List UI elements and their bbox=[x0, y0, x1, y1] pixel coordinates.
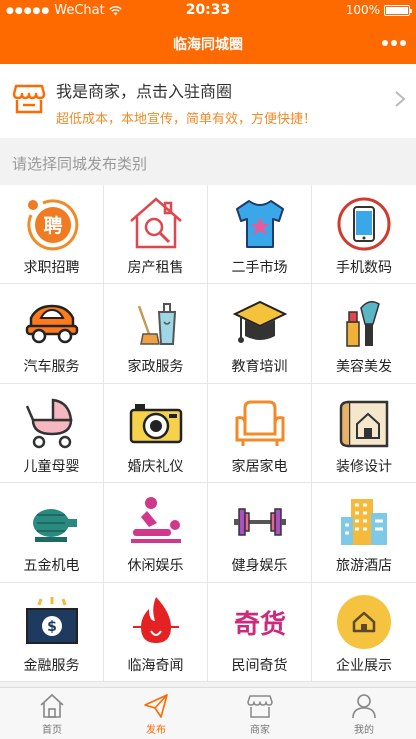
category-label: 金融服务 bbox=[23, 657, 80, 674]
category-label: 求职招聘 bbox=[23, 260, 80, 276]
category-beauty[interactable]: 美容美发 bbox=[312, 284, 416, 384]
graduation-cap-icon bbox=[232, 301, 287, 344]
more-menu-button[interactable] bbox=[382, 40, 406, 46]
dumbbell-icon bbox=[233, 508, 286, 536]
svg-text:$: $ bbox=[47, 619, 57, 635]
tab-label: 商家 bbox=[250, 725, 270, 736]
shop-icon bbox=[247, 695, 273, 718]
category-label: 装修设计 bbox=[336, 458, 392, 475]
category-wedding[interactable]: 婚庆礼仪 bbox=[104, 383, 208, 484]
hotel-icon bbox=[341, 499, 387, 546]
stroller-icon bbox=[25, 398, 72, 449]
category-label: 房产租售 bbox=[127, 260, 184, 276]
camera-icon bbox=[129, 403, 182, 444]
chevron-right-icon bbox=[395, 91, 406, 107]
category-decoration[interactable]: 装修设计 bbox=[312, 384, 416, 484]
tab-label: 首页 bbox=[42, 725, 62, 736]
flame-icon bbox=[132, 596, 179, 643]
battery-icon bbox=[384, 4, 412, 16]
category-label: 二手市场 bbox=[231, 260, 288, 276]
category-travel[interactable]: 旅游酒店 bbox=[312, 483, 416, 583]
category-fitness[interactable]: 健身娱乐 bbox=[208, 483, 312, 583]
category-label: 临海奇闻 bbox=[127, 657, 184, 674]
rare-goods-icon: 奇货 bbox=[233, 609, 285, 640]
hiring-glyph: 聘 bbox=[43, 214, 62, 237]
sofa-icon bbox=[235, 400, 284, 446]
category-label: 民间奇货 bbox=[231, 657, 288, 674]
money-icon: $ bbox=[25, 596, 78, 644]
category-label: 教育培训 bbox=[231, 359, 288, 376]
category-label: 婚庆礼仪 bbox=[127, 458, 184, 475]
tab-label: 发布 bbox=[146, 725, 166, 736]
enterprise-icon bbox=[337, 594, 391, 649]
category-baby[interactable]: 儿童母婴 bbox=[0, 383, 104, 484]
category-rare-goods[interactable]: 奇货 民间奇货 bbox=[208, 582, 312, 682]
category-enterprise[interactable]: 企业展示 bbox=[312, 583, 416, 682]
category-housekeeping[interactable]: 家政服务 bbox=[104, 284, 208, 384]
category-education[interactable]: 教育培训 bbox=[208, 284, 312, 384]
bottom-tab-bar: 首页 发布 商家 我的 bbox=[0, 687, 416, 739]
makeup-icon bbox=[346, 301, 380, 348]
category-grid: 聘 求职招聘 房产租售 二手市场 手机数码 汽车服务 家政服务 教育培训 美容美… bbox=[0, 185, 416, 682]
tab-label: 我的 bbox=[354, 725, 374, 736]
phone-icon bbox=[337, 197, 391, 251]
motor-icon bbox=[32, 509, 77, 543]
category-label: 旅游酒店 bbox=[336, 558, 392, 575]
category-finance[interactable]: $ 金融服务 bbox=[0, 582, 104, 682]
house-icon bbox=[129, 197, 182, 249]
tab-publish[interactable]: 发布 bbox=[104, 688, 208, 739]
category-local-news[interactable]: 临海奇闻 bbox=[104, 582, 208, 682]
category-auto[interactable]: 汽车服务 bbox=[0, 284, 104, 384]
tab-profile[interactable]: 我的 bbox=[312, 688, 416, 739]
category-label: 休闲娱乐 bbox=[127, 558, 184, 575]
category-label: 儿童母婴 bbox=[23, 458, 80, 475]
status-bar: ●●●●● WeChat 20:33 100% bbox=[0, 0, 416, 22]
category-hiring[interactable]: 聘 求职招聘 bbox=[0, 185, 104, 285]
cleaning-icon bbox=[137, 303, 176, 346]
category-second-hand[interactable]: 二手市场 bbox=[208, 185, 312, 285]
category-label: 美容美发 bbox=[336, 359, 392, 376]
category-label: 五金机电 bbox=[23, 558, 80, 575]
tab-home[interactable]: 首页 bbox=[0, 688, 104, 739]
send-icon bbox=[144, 694, 168, 718]
merchant-title: 我是商家，点击入驻商圈 bbox=[56, 82, 233, 101]
category-label: 手机数码 bbox=[336, 260, 392, 276]
category-label: 汽车服务 bbox=[23, 359, 80, 376]
hiring-icon: 聘 bbox=[26, 199, 78, 251]
tshirt-icon bbox=[235, 200, 284, 248]
blueprint-icon bbox=[339, 400, 389, 448]
category-real-estate[interactable]: 房产租售 bbox=[104, 185, 208, 285]
category-digital[interactable]: 手机数码 bbox=[312, 185, 416, 285]
category-label: 家政服务 bbox=[127, 359, 184, 376]
car-icon bbox=[25, 305, 78, 344]
category-leisure[interactable]: 休闲娱乐 bbox=[104, 483, 208, 583]
merchant-join-banner[interactable]: 我是商家，点击入驻商圈 超低成本，本地宣传，简单有效，方便快捷！ bbox=[0, 64, 416, 138]
category-furniture[interactable]: 家居家电 bbox=[208, 383, 312, 484]
rare-goods-glyph: 奇货 bbox=[233, 609, 285, 640]
page-title: 临海同城圈 bbox=[173, 37, 243, 53]
nav-bar: 临海同城圈 bbox=[0, 22, 416, 64]
merchant-subtitle: 超低成本，本地宣传，简单有效，方便快捷！ bbox=[56, 112, 317, 127]
category-label: 家居家电 bbox=[231, 458, 288, 475]
category-label: 企业展示 bbox=[336, 657, 392, 674]
battery-percent: 100% bbox=[345, 3, 380, 17]
home-icon bbox=[40, 693, 64, 718]
section-label: 请选择同城发布类别 bbox=[12, 155, 148, 173]
user-icon bbox=[352, 694, 376, 719]
tab-merchants[interactable]: 商家 bbox=[208, 688, 312, 739]
massage-icon bbox=[130, 497, 181, 544]
category-label: 健身娱乐 bbox=[231, 558, 288, 575]
store-icon bbox=[12, 84, 46, 114]
category-hardware[interactable]: 五金机电 bbox=[0, 483, 104, 583]
